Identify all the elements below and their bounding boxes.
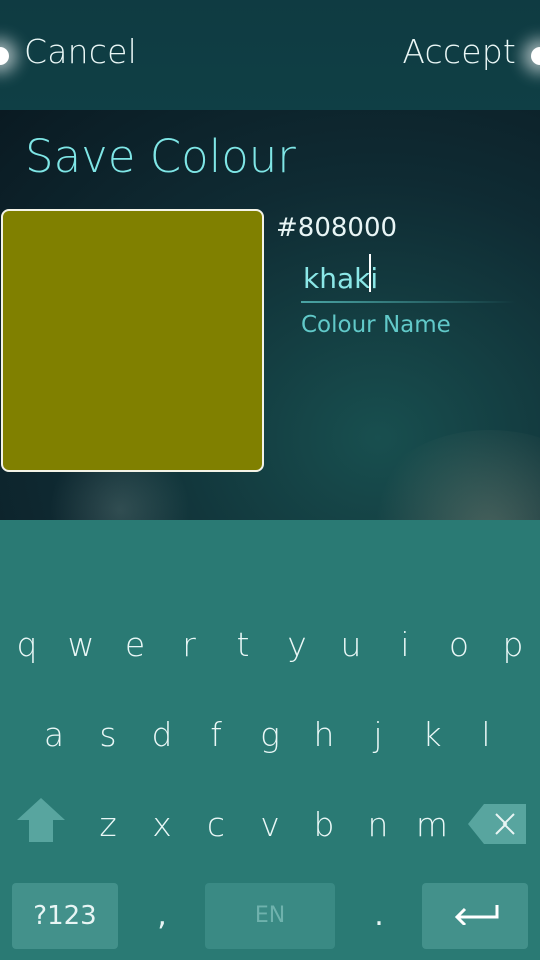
backspace-icon[interactable] [466,802,528,846]
enter-key[interactable] [422,883,528,949]
key-o[interactable]: o [432,600,486,690]
dialog-header: Cancel Accept [0,0,540,110]
hex-value: #808000 [276,213,398,243]
colour-name-input[interactable] [301,258,520,298]
key-p[interactable]: p [486,600,540,690]
key-u[interactable]: u [324,600,378,690]
key-q[interactable]: q [0,600,54,690]
key-b[interactable]: b [297,780,351,870]
key-w[interactable]: w [54,600,108,690]
enter-icon [451,884,499,950]
key-d[interactable]: d [135,690,189,780]
key-e[interactable]: e [108,600,162,690]
text-caret [369,254,371,292]
key-s[interactable]: s [81,690,135,780]
key-i[interactable]: i [378,600,432,690]
colour-name-label: Colour Name [301,312,451,338]
key-z[interactable]: z [81,780,135,870]
key-j[interactable]: j [351,690,405,780]
page-title: Save Colour [25,130,296,183]
key-t[interactable]: t [216,600,270,690]
key-g[interactable]: g [243,690,297,780]
key-f[interactable]: f [189,690,243,780]
keyboard-row-2: a s d f g h j k l [0,690,540,780]
key-k[interactable]: k [405,690,459,780]
glow-indicator-right [531,47,540,65]
key-v[interactable]: v [243,780,297,870]
input-underline [301,301,516,303]
space-key[interactable]: EN [205,883,335,949]
symbols-key[interactable]: ?123 [12,883,118,949]
cancel-button[interactable]: Cancel [24,32,137,71]
background-light [360,430,540,520]
key-m[interactable]: m [405,780,459,870]
key-x[interactable]: x [135,780,189,870]
key-a[interactable]: a [27,690,81,780]
keyboard-row-3: z x c v b n m [0,780,540,870]
colour-swatch [1,209,264,472]
key-y[interactable]: y [270,600,324,690]
dialog-content: Save Colour #808000 Colour Name [0,110,540,520]
key-comma[interactable]: , [142,883,182,949]
shift-arrow-icon[interactable] [15,796,67,844]
key-n[interactable]: n [351,780,405,870]
key-r[interactable]: r [162,600,216,690]
key-c[interactable]: c [189,780,243,870]
keyboard-row-1: q w e r t y u i o p [0,600,540,690]
virtual-keyboard: q w e r t y u i o p a s d f g h j k l z … [0,520,540,960]
glow-indicator-left [0,47,9,65]
key-l[interactable]: l [459,690,513,780]
accept-button[interactable]: Accept [402,32,516,71]
key-period[interactable]: . [359,883,399,949]
key-h[interactable]: h [297,690,351,780]
